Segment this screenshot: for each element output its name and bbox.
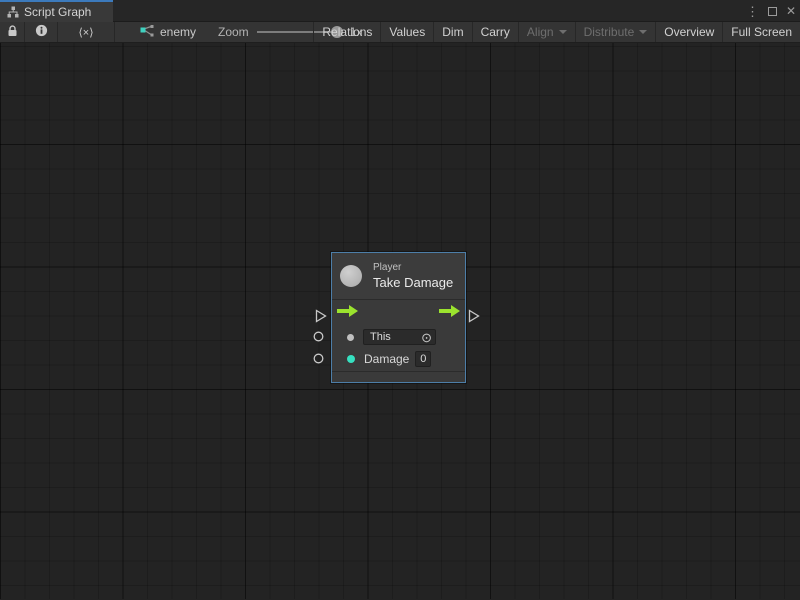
- connections-toggle-button[interactable]: ⟨×⟩: [58, 22, 115, 42]
- node-titles: Player Take Damage: [373, 262, 453, 290]
- info-icon: [35, 24, 48, 40]
- node-title: Take Damage: [373, 275, 453, 290]
- tab-label: Script Graph: [24, 5, 91, 19]
- graph-hierarchy-icon: [7, 6, 19, 18]
- this-row: This ⊙: [332, 326, 465, 348]
- graph-toolbar: ⟨×⟩ enemy Zoom 1x Relations Values Dim C…: [0, 22, 800, 43]
- flow-ports-row: [332, 300, 465, 326]
- node-footer: [332, 371, 465, 382]
- flow-input-port[interactable]: [315, 309, 327, 323]
- chevron-down-icon: [559, 30, 567, 34]
- flow-output-port[interactable]: [468, 309, 480, 323]
- window-menu-icon[interactable]: ⋮: [746, 5, 759, 18]
- object-picker-icon[interactable]: ⊙: [421, 331, 432, 344]
- this-field[interactable]: This ⊙: [363, 329, 436, 345]
- distribute-button-label: Distribute: [584, 25, 635, 39]
- graph-node-icon: [140, 25, 154, 40]
- graph-breadcrumb[interactable]: enemy: [140, 22, 196, 42]
- window-titlebar: Script Graph ⋮ ✕: [0, 0, 800, 22]
- zoom-label: Zoom: [218, 25, 249, 39]
- lock-icon: [7, 25, 18, 40]
- graph-name-label: enemy: [160, 25, 196, 39]
- chevron-down-icon: [639, 30, 647, 34]
- close-icon[interactable]: ✕: [786, 5, 796, 17]
- relations-button[interactable]: Relations: [313, 22, 380, 42]
- this-input-port[interactable]: [313, 331, 324, 342]
- align-button: Align: [518, 22, 575, 42]
- graph-canvas[interactable]: Player Take Damage This ⊙: [0, 43, 800, 599]
- overview-button[interactable]: Overview: [655, 22, 722, 42]
- info-button[interactable]: [25, 22, 58, 42]
- align-button-label: Align: [527, 25, 554, 39]
- damage-row: Damage 0: [332, 348, 465, 370]
- dim-button[interactable]: Dim: [433, 22, 471, 42]
- damage-port-dot-icon[interactable]: [347, 355, 355, 363]
- flow-in-arrow-icon[interactable]: [337, 304, 358, 322]
- toolbar-buttons: Relations Values Dim Carry Align Distrib…: [313, 22, 800, 42]
- node-header[interactable]: Player Take Damage: [332, 253, 465, 300]
- damage-label: Damage: [364, 352, 409, 366]
- damage-value-input[interactable]: 0: [415, 351, 431, 367]
- this-port-dot-icon[interactable]: [347, 334, 354, 341]
- values-button[interactable]: Values: [380, 22, 433, 42]
- full-screen-button[interactable]: Full Screen: [722, 22, 800, 42]
- carry-button[interactable]: Carry: [472, 22, 518, 42]
- this-field-value: This: [370, 331, 391, 343]
- window-controls: ⋮ ✕: [746, 0, 796, 22]
- node-category: Player: [373, 262, 453, 273]
- tab-script-graph[interactable]: Script Graph: [0, 0, 113, 22]
- damage-input-port[interactable]: [313, 353, 324, 364]
- angle-x-icon: ⟨×⟩: [78, 26, 93, 39]
- unit-icon: [340, 265, 362, 287]
- maximize-icon[interactable]: [768, 7, 777, 16]
- distribute-button: Distribute: [575, 22, 656, 42]
- flow-out-arrow-icon[interactable]: [439, 304, 460, 322]
- node-take-damage[interactable]: Player Take Damage This ⊙: [331, 252, 466, 383]
- lock-button[interactable]: [0, 22, 25, 42]
